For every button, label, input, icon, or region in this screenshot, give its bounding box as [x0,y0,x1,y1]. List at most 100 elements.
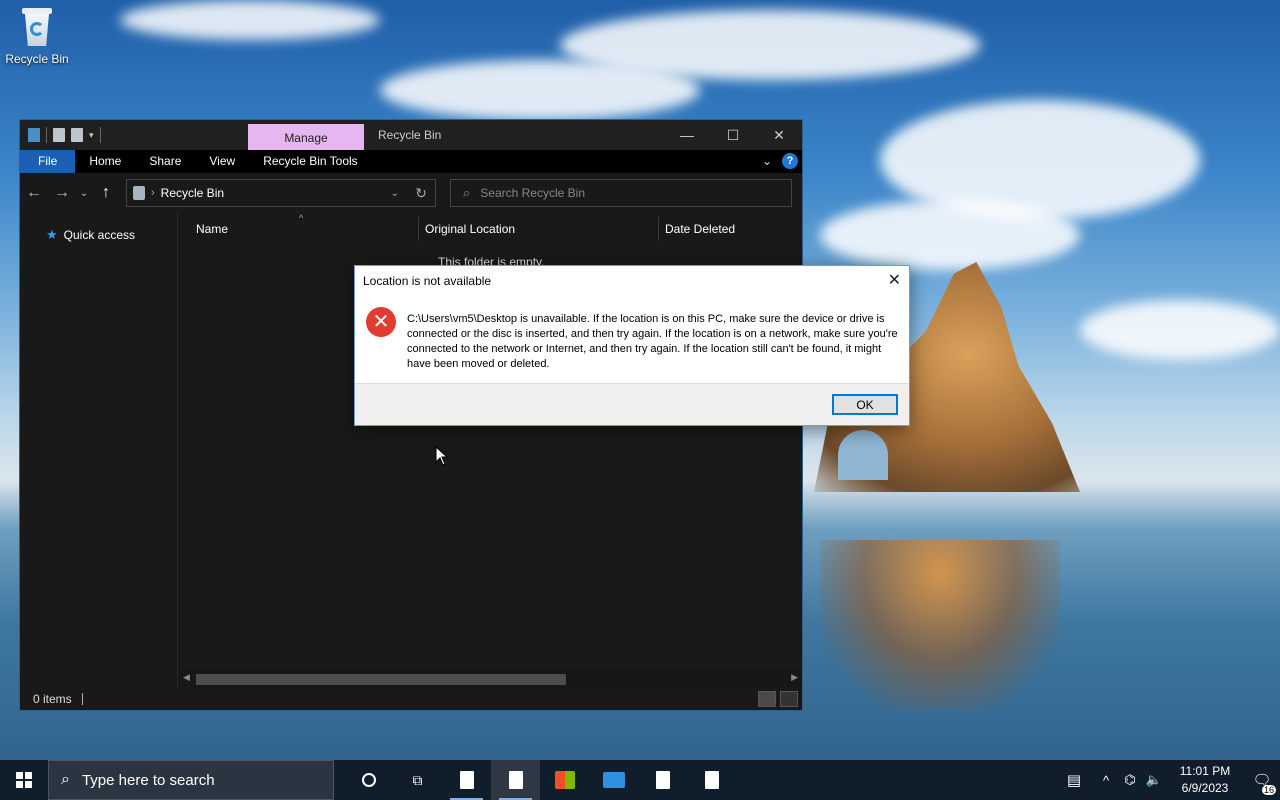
up-arrow-icon[interactable]: ↑ [92,184,120,202]
breadcrumb-chevron-icon[interactable]: › [151,187,155,199]
notification-count-badge: 16 [1261,785,1276,795]
desktop-recycle-bin[interactable]: Recycle Bin [4,6,70,66]
show-hidden-icons-chevron-icon[interactable]: ^ [1094,773,1118,788]
customize-toolbar-chevron-icon[interactable]: ▾ [89,130,94,141]
column-header-date-deleted[interactable]: Date Deleted [665,222,735,236]
forward-arrow-icon[interactable]: → [48,184,76,202]
quick-access-toolbar: ▾ [20,127,101,143]
network-icon[interactable]: ⌬ [1118,772,1142,788]
tab-share[interactable]: Share [135,150,195,173]
tab-file[interactable]: File [20,150,76,173]
taskbar-app-mail[interactable] [589,760,638,800]
taskbar-search-box[interactable]: ⌕ Type here to search [48,760,334,800]
wallpaper-cloud [820,200,1080,270]
search-icon: ⌕ [61,771,70,788]
refresh-icon[interactable]: ↻ [415,185,427,202]
search-input[interactable] [480,186,761,200]
nav-item-label: Quick access [63,228,136,242]
horizontal-scrollbar[interactable]: ◀ ▶ [178,670,802,688]
dialog-message: C:\Users\vm5\Desktop is unavailable. If … [407,313,898,370]
close-button[interactable]: ✕ [756,120,802,150]
taskbar-app-store[interactable] [540,760,589,800]
scroll-left-arrow-icon[interactable]: ◀ [183,672,190,683]
taskbar-app-document-3[interactable] [687,760,736,800]
title-bar[interactable]: ▾ Manage Recycle Bin — ☐ ✕ [20,120,802,150]
wallpaper-reflection [820,540,1060,710]
view-switcher [758,691,798,707]
toolbar-divider [99,127,101,143]
sort-arrow-icon: ^ [299,213,304,223]
location-unavailable-dialog: Location is not available ✕ ✕ C:\Users\v… [354,265,910,426]
tab-recycle-bin-tools[interactable]: Recycle Bin Tools [249,150,372,173]
wallpaper-cloud [120,0,380,40]
breadcrumb-recycle-bin[interactable]: Recycle Bin [161,186,224,200]
clock[interactable]: 11:01 PM 6/9/2023 [1166,763,1244,797]
search-box[interactable]: ⌕ [450,179,792,207]
clock-date: 6/9/2023 [1181,781,1229,795]
column-divider[interactable] [418,217,419,241]
minimize-button[interactable]: — [664,120,710,150]
scrollbar-thumb[interactable] [196,674,566,685]
ribbon-tabs: File Home Share View Recycle Bin Tools ⌄… [20,150,802,173]
column-headers: ^ Name Original Location Date Deleted [178,213,802,245]
address-bar[interactable]: › Recycle Bin ⌄ ↻ [126,179,436,207]
taskbar-app-notepad-1[interactable] [442,760,491,800]
new-folder-icon[interactable] [71,128,83,142]
taskbar-search-placeholder: Type here to search [81,771,215,789]
system-tray: ▤ ^ ⌬ 🔈 11:01 PM 6/9/2023 🗨 16 [1054,760,1280,800]
clock-time: 11:01 PM [1179,764,1231,778]
properties-icon[interactable] [53,128,65,142]
toolbar-divider [46,127,47,143]
column-header-original-location[interactable]: Original Location [425,222,515,236]
taskbar: ⌕ Type here to search ⧉ ▤ ^ ⌬ 🔈 11:01 PM… [0,760,1280,800]
error-icon: ✕ [366,307,396,337]
help-icon[interactable]: ? [782,153,798,169]
windows-logo-icon [16,772,32,788]
dialog-close-button[interactable]: ✕ [888,270,901,290]
address-dropdown-chevron-icon[interactable]: ⌄ [391,188,399,199]
details-view-icon[interactable] [758,691,776,707]
expand-ribbon-chevron-icon[interactable]: ⌄ [762,154,772,168]
wallpaper-rock-arch [838,430,888,480]
recent-locations-chevron-icon[interactable]: ⌄ [76,188,92,199]
mail-icon [602,772,625,788]
tab-home[interactable]: Home [75,150,135,173]
document-icon [459,771,474,789]
wallpaper-cloud [560,10,980,80]
search-icon: ⌕ [463,185,471,200]
taskbar-apps: ⧉ [344,760,736,800]
cortana-circle-icon [361,773,376,787]
back-arrow-icon[interactable]: ← [20,184,48,202]
nav-item-quick-access[interactable]: ★ Quick access [20,227,177,243]
large-icons-view-icon[interactable] [780,691,798,707]
column-header-name[interactable]: Name [196,222,228,236]
ok-button[interactable]: OK [832,394,898,415]
window-controls: — ☐ ✕ [664,120,802,150]
taskbar-app-explorer[interactable] [491,760,540,800]
task-view-button[interactable]: ⧉ [393,760,442,800]
star-icon: ★ [46,227,58,242]
document-icon [655,771,670,789]
cortana-button[interactable] [344,760,393,800]
item-count: 0 items [33,692,72,706]
start-button[interactable] [0,760,48,800]
notifications-button[interactable]: 🗨 16 [1244,771,1280,795]
navigation-pane: ★ Quick access [20,213,178,688]
news-widget-icon[interactable]: ▤ [1054,771,1094,789]
dialog-title: Location is not available [363,274,492,288]
recycle-bin-small-icon [133,186,145,200]
column-divider[interactable] [658,217,659,241]
tab-view[interactable]: View [195,150,249,173]
document-icon [704,771,719,789]
document-icon [508,771,523,789]
dialog-footer: OK [355,383,909,425]
wallpaper-cloud [1080,300,1280,360]
recycle-bin-small-icon [28,128,40,142]
taskbar-app-document-2[interactable] [638,760,687,800]
recycle-bin-icon [18,6,56,48]
maximize-button[interactable]: ☐ [710,120,756,150]
mouse-cursor-icon [435,446,449,466]
scroll-right-arrow-icon[interactable]: ▶ [791,672,798,683]
volume-icon[interactable]: 🔈 [1142,772,1166,788]
ribbon-tab-manage[interactable]: Manage [248,124,364,150]
